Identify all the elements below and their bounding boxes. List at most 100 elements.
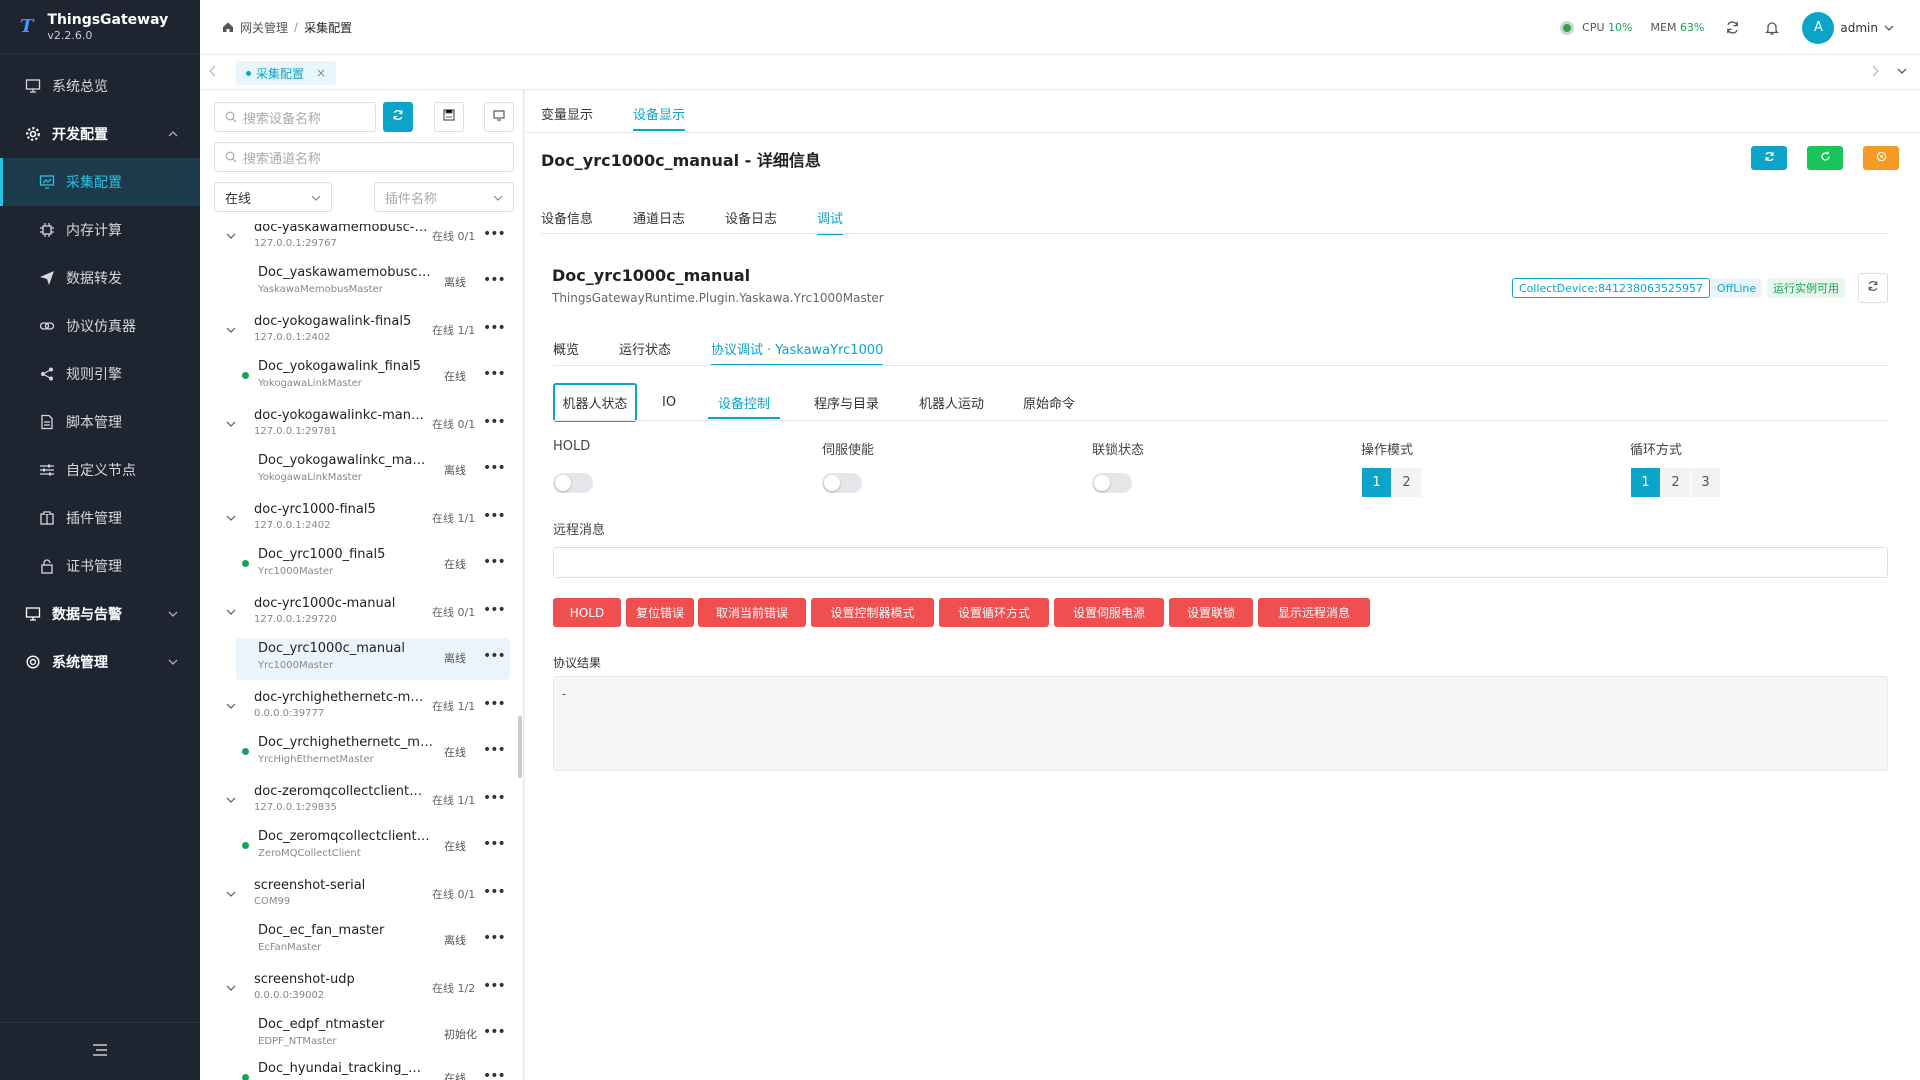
more-icon[interactable]: ••• [483,226,506,242]
tab-io[interactable]: IO [652,387,686,417]
pause-button[interactable] [1863,146,1899,170]
tree-channel[interactable]: doc-yrc1000-final5 127.0.0.1:2402 在线 1/1… [200,500,516,544]
tab-protocol-debug[interactable]: 协议调试 · YaskawaYrc1000 [711,339,884,366]
refresh-button[interactable] [1751,146,1787,170]
refresh-button[interactable] [383,102,413,132]
more-icon[interactable]: ••• [483,414,506,430]
search-channel-input[interactable]: 搜索通道名称 [214,142,514,172]
tab-device-log[interactable]: 设备日志 [725,208,777,227]
tree-device[interactable]: Doc_yaskawamemobusc_ma... YaskawaMemobus… [236,262,510,304]
sidebar-item-custom-node[interactable]: 自定义节点 [0,446,200,494]
more-icon[interactable]: ••• [483,554,506,570]
tab-variables[interactable]: 变量显示 [541,104,593,123]
sidebar-group-system[interactable]: 系统管理 [0,638,200,686]
sidebar-item-cert-manage[interactable]: 证书管理 [0,542,200,590]
cancel-error-button[interactable]: 取消当前错误 [698,598,806,627]
tree-device[interactable]: Doc_yrchighethernetc_manual YrcHighEther… [236,732,510,774]
chevron-down-icon[interactable] [226,418,236,433]
chevron-down-icon[interactable] [226,888,236,903]
remote-message-input[interactable] [553,547,1888,578]
search-device-input[interactable]: 搜索设备名称 [214,102,376,132]
chevron-down-icon[interactable] [226,512,236,527]
save-button[interactable] [434,102,464,132]
more-icon[interactable]: ••• [483,742,506,758]
chevron-down-icon[interactable] [226,324,236,339]
more-icon[interactable]: ••• [483,272,506,288]
more-icon[interactable]: ••• [483,460,506,476]
tree-device[interactable]: Doc_yrc1000_final5 Yrc1000Master 在线 ••• [236,544,510,586]
sidebar-item-memory-compute[interactable]: 内存计算 [0,206,200,254]
tree-device[interactable]: Doc_ec_fan_master EcFanMaster 离线 ••• [236,920,510,962]
more-icon[interactable]: ••• [483,696,506,712]
op-mode-option[interactable]: 2 [1392,468,1421,497]
status-select[interactable]: 在线 [214,182,332,212]
set-servo-power-button[interactable]: 设置伺服电源 [1054,598,1164,627]
chevron-down-icon[interactable] [226,230,236,245]
bell-icon[interactable] [1762,18,1782,38]
set-interlock-button[interactable]: 设置联锁 [1169,598,1253,627]
sidebar-item-protocol-sim[interactable]: 协议仿真器 [0,302,200,350]
chevron-down-icon[interactable] [226,794,236,809]
cycle-mode-option[interactable]: 3 [1691,468,1720,497]
more-icon[interactable]: ••• [483,1068,506,1080]
hold-button[interactable]: HOLD [553,598,621,627]
op-mode-option[interactable]: 1 [1362,468,1391,497]
more-icon[interactable]: ••• [483,602,506,618]
tab-device-control[interactable]: 设备控制 [708,387,781,419]
display-button[interactable] [484,102,514,132]
tab-overview[interactable]: 概览 [553,339,579,358]
servo-toggle[interactable] [822,473,862,493]
sidebar-item-plugin-manage[interactable]: 插件管理 [0,494,200,542]
refresh-icon[interactable] [1722,18,1742,38]
set-controller-mode-button[interactable]: 设置控制器模式 [811,598,934,627]
sidebar-item-rule-engine[interactable]: 规则引擎 [0,350,200,398]
show-remote-message-button[interactable]: 显示远程消息 [1258,598,1370,627]
more-icon[interactable]: ••• [483,884,506,900]
tab-device-info[interactable]: 设备信息 [541,208,593,227]
cycle-mode-option[interactable]: 2 [1661,468,1690,497]
more-icon[interactable]: ••• [483,836,506,852]
hold-toggle[interactable] [553,473,593,493]
tab-devices[interactable]: 设备显示 [633,104,686,131]
sidebar-item-data-forward[interactable]: 数据转发 [0,254,200,302]
breadcrumb-item[interactable]: 网关管理 [240,19,288,36]
tree-device-selected[interactable]: Doc_yrc1000c_manual Yrc1000Master 离线 ••• [236,638,510,680]
tree-channel[interactable]: doc-yokogawalinkc-manual 127.0.0.1:29781… [200,406,516,450]
chevron-left-icon[interactable] [208,65,218,81]
sidebar-collapse-button[interactable] [0,1022,200,1080]
device-refresh-button[interactable] [1858,273,1888,303]
more-icon[interactable]: ••• [483,790,506,806]
reset-error-button[interactable]: 复位错误 [626,598,694,627]
tree-channel[interactable]: screenshot-udp 0.0.0.0:39002 在线 1/2 ••• [200,970,516,1014]
more-icon[interactable]: ••• [483,978,506,994]
close-icon[interactable]: × [316,66,326,80]
more-icon[interactable]: ••• [483,366,506,382]
plugin-select[interactable]: 插件名称 [374,182,514,212]
tab-debug[interactable]: 调试 [817,208,844,235]
sidebar-item-collect-config[interactable]: 采集配置 [0,158,200,206]
chevron-down-icon[interactable] [1896,65,1908,81]
sidebar-group-dev-config[interactable]: 开发配置 [0,110,200,158]
sidebar-item-overview[interactable]: 系统总览 [0,62,200,110]
more-icon[interactable]: ••• [483,1024,506,1040]
tree-device[interactable]: Doc_yokogawalink_final5 YokogawaLinkMast… [236,356,510,398]
tab-program-dir[interactable]: 程序与目录 [804,387,889,417]
sidebar-item-script-manage[interactable]: 脚本管理 [0,398,200,446]
chevron-down-icon[interactable] [226,982,236,997]
tree-device[interactable]: Doc_yokogawalinkc_manual YokogawaLinkMas… [236,450,510,492]
tree-channel[interactable]: doc-yokogawalink-final5 127.0.0.1:2402 在… [200,312,516,356]
more-icon[interactable]: ••• [483,930,506,946]
tree-channel[interactable]: doc-yaskawamemobusc-m... 127.0.0.1:29767… [200,224,516,262]
chevron-down-icon[interactable] [226,700,236,715]
tree-device[interactable]: Doc_edpf_ntmaster EDPF_NTMaster 初始化 ••• [236,1014,510,1056]
tab-runtime-status[interactable]: 运行状态 [619,339,671,358]
tree-device[interactable]: Doc_zeromqcollectclientfinal... ZeroMQCo… [236,826,510,868]
tree-device[interactable]: Doc_hyundai_tracking_master 在线 ••• [236,1058,510,1080]
tree-channel[interactable]: doc-zeromqcollectclientfin... 127.0.0.1:… [200,782,516,826]
interlock-toggle[interactable] [1092,473,1132,493]
tab-raw-command[interactable]: 原始命令 [1013,387,1085,417]
tree-channel[interactable]: doc-yrchighethernetc-man... 0.0.0.0:3977… [200,688,516,732]
chevron-down-icon[interactable] [226,606,236,621]
tree-channel[interactable]: doc-yrc1000c-manual 127.0.0.1:29720 在线 0… [200,594,516,638]
set-cycle-mode-button[interactable]: 设置循环方式 [939,598,1049,627]
